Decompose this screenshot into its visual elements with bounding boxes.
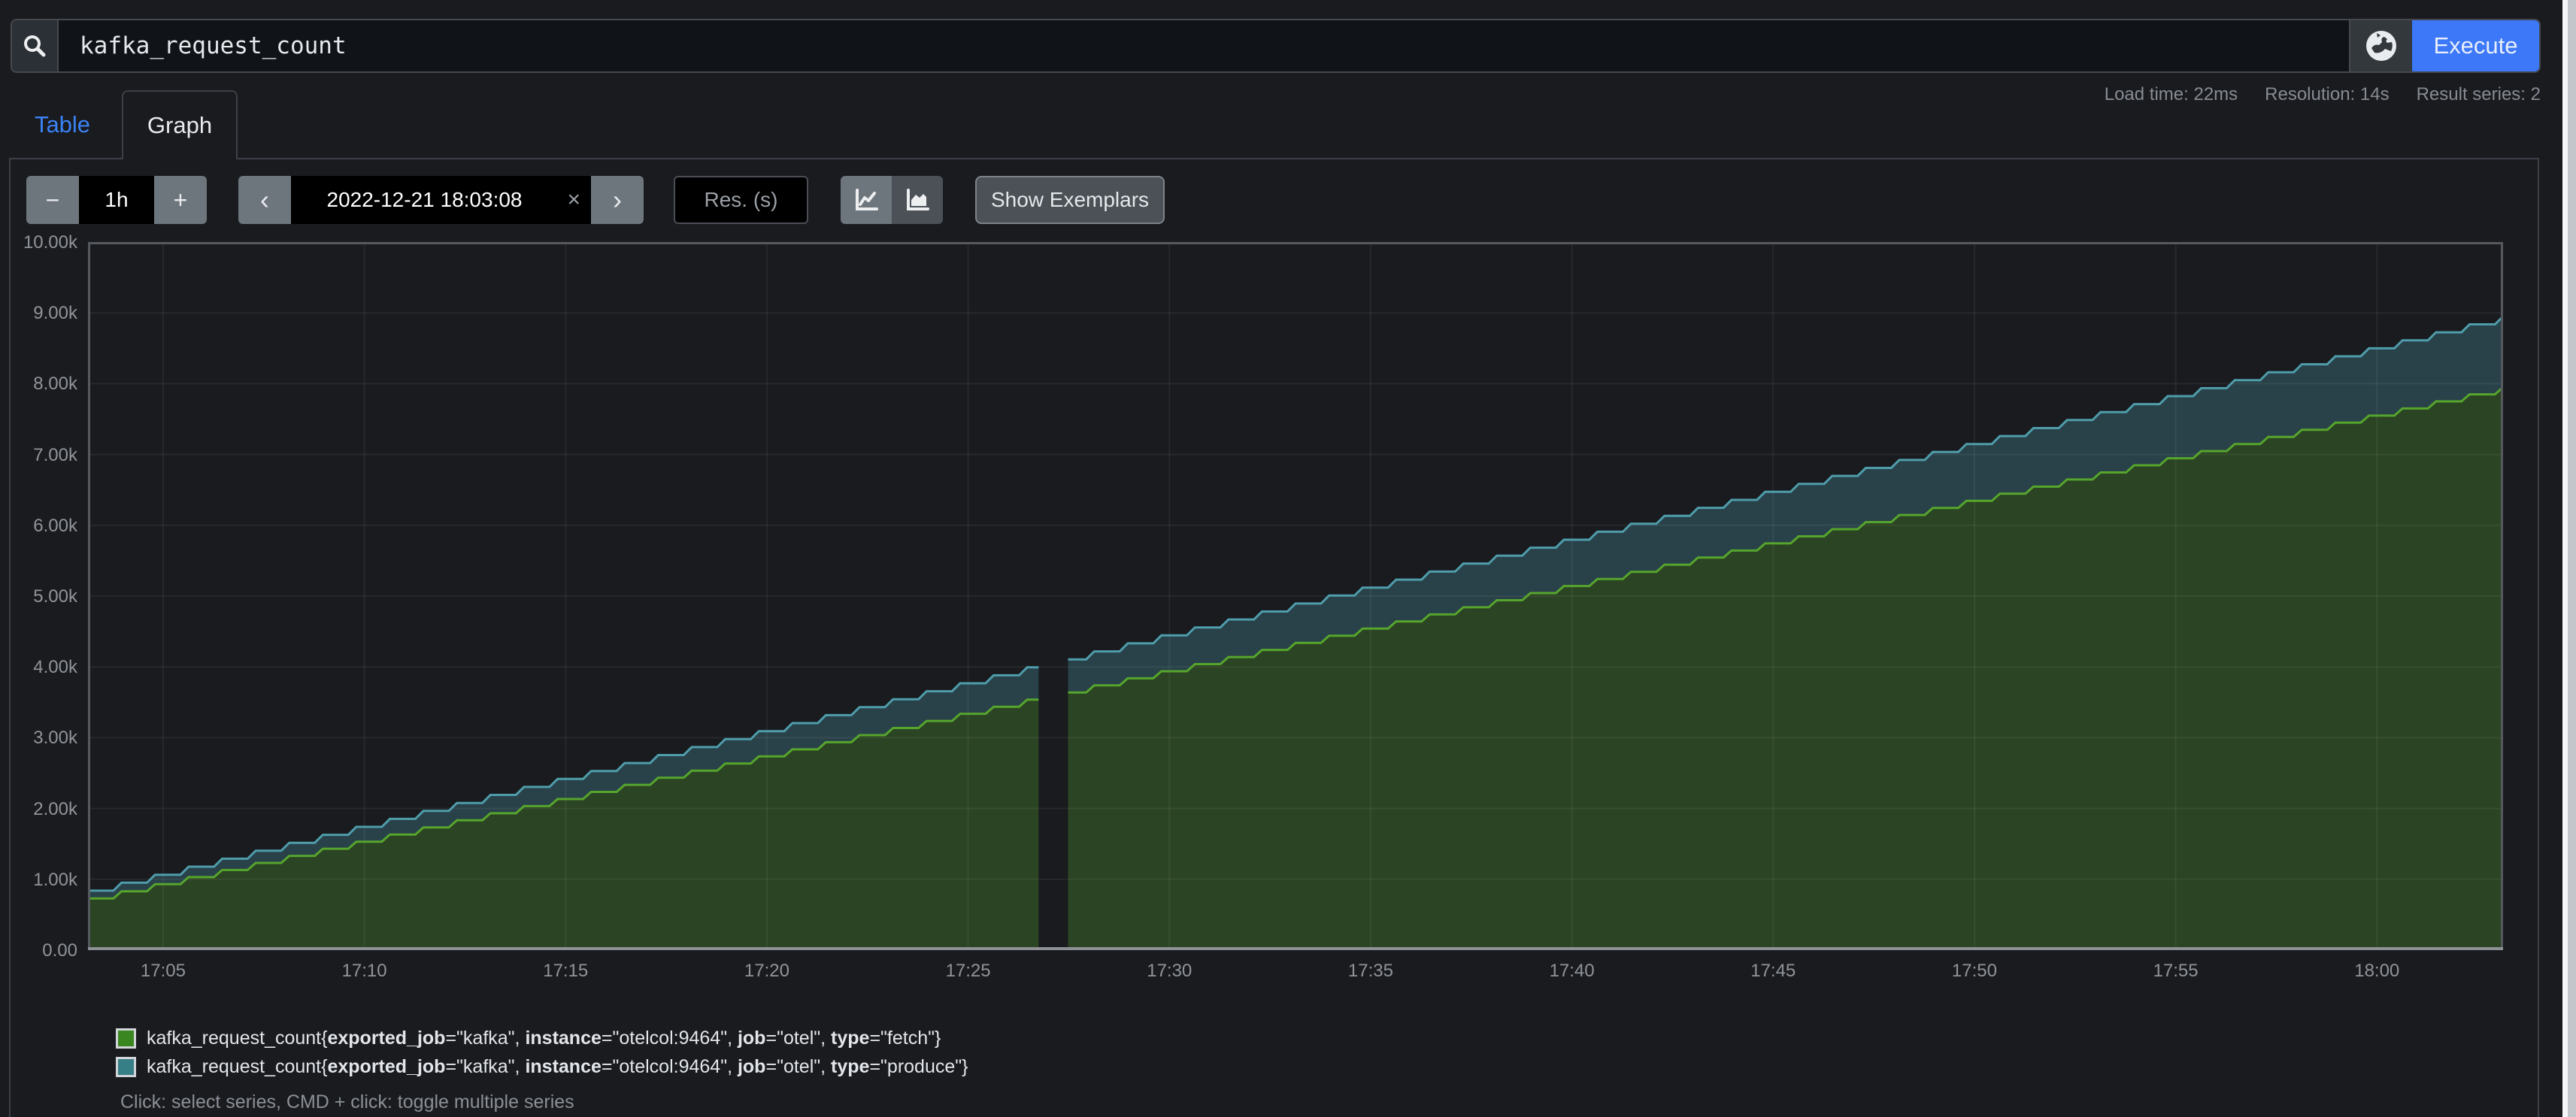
y-tick-label: 10.00k [10,232,77,253]
x-tick-label: 17:20 [722,961,812,982]
x-tick-label: 17:55 [2131,961,2221,982]
search-addon [12,20,59,71]
globe-icon [2364,29,2399,63]
x-tick-label: 17:05 [118,961,208,982]
y-tick-label: 4.00k [10,657,77,678]
area-chart [88,242,2503,950]
y-tick-label: 2.00k [10,799,77,820]
legend-item[interactable]: kafka_request_count{exported_job="kafka"… [116,1052,968,1081]
stacked-chart-icon [904,186,931,213]
legend-swatch [116,1057,136,1077]
load-time: Load time: 22ms [2105,84,2238,105]
x-tick-label: 17:45 [1728,961,1818,982]
time-forward-button[interactable]: › [591,176,644,224]
datetime-input[interactable] [291,176,591,224]
tab-table[interactable]: Table [19,92,106,158]
scrollbar-thumb[interactable] [2568,0,2576,1117]
legend-swatch [116,1028,136,1049]
query-bar: Execute [11,19,2541,73]
stacked-chart-toggle-button[interactable] [892,176,943,224]
legend-hint: Click: select series, CMD + click: toggl… [120,1091,574,1113]
x-tick-label: 18:00 [2332,961,2422,982]
y-tick-label: 6.00k [10,516,77,537]
x-tick-label: 17:25 [923,961,1014,982]
show-exemplars-button[interactable]: Show Exemplars [975,176,1165,224]
metrics-explorer-button[interactable] [2349,20,2412,71]
resolution-input[interactable] [674,176,808,224]
datetime-picker: ‹ × › [238,176,644,224]
x-tick-label: 17:15 [520,961,611,982]
x-tick-label: 17:50 [1929,961,2020,982]
prometheus-app: Execute Load time: 22ms Resolution: 14s … [0,0,2576,1117]
y-tick-label: 3.00k [10,728,77,749]
chart-legend: kafka_request_count{exported_job="kafka"… [116,1024,968,1081]
clear-datetime-icon[interactable]: × [567,187,580,213]
datetime-input-wrap: × [291,176,591,224]
query-input[interactable] [59,20,2349,71]
y-tick-label: 1.00k [10,870,77,891]
range-input[interactable] [79,176,154,224]
y-tick-label: 0.00 [10,940,77,961]
graph-panel: − + ‹ × › [9,158,2539,1117]
x-tick-label: 17:40 [1527,961,1617,982]
y-tick-label: 5.00k [10,586,77,607]
range-increase-button[interactable]: + [154,176,207,224]
y-tick-label: 7.00k [10,445,77,466]
scrollbar-track[interactable] [2562,0,2576,1117]
time-back-button[interactable]: ‹ [238,176,291,224]
resolution: Resolution: 14s [2265,84,2389,105]
legend-item[interactable]: kafka_request_count{exported_job="kafka"… [116,1024,968,1052]
range-stepper: − + [26,176,207,224]
search-icon [22,33,47,59]
y-tick-label: 8.00k [10,374,77,395]
result-series: Result series: 2 [2417,84,2541,105]
range-decrease-button[interactable]: − [26,176,79,224]
chart-type-toggle [841,176,943,224]
legend-series-label: kafka_request_count{exported_job="kafka"… [147,1028,941,1049]
y-tick-label: 9.00k [10,303,77,324]
tab-graph[interactable]: Graph [122,90,238,159]
x-tick-label: 17:10 [320,961,410,982]
query-stats: Load time: 22ms Resolution: 14s Result s… [2105,84,2541,105]
x-tick-label: 17:30 [1124,961,1214,982]
line-chart-icon [853,186,880,213]
line-chart-toggle-button[interactable] [841,176,892,224]
legend-series-label: kafka_request_count{exported_job="kafka"… [147,1056,968,1078]
chart-plot-area[interactable] [88,242,2503,950]
execute-button[interactable]: Execute [2412,20,2539,71]
x-tick-label: 17:35 [1326,961,1416,982]
